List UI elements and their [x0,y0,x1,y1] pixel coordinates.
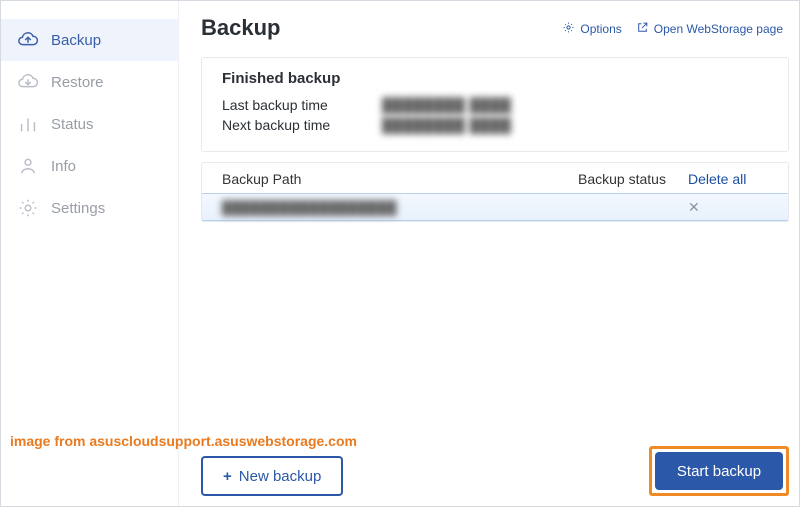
sidebar-item-settings[interactable]: Settings [1,187,178,229]
table-row[interactable]: ██████████████████ ✕ [202,193,788,221]
sidebar-item-backup[interactable]: Backup [1,19,178,61]
finished-backup-panel: Finished backup Last backup time ███████… [201,57,789,152]
gear-icon [562,21,575,37]
plus-icon: + [223,468,232,485]
sidebar-item-label: Status [51,116,94,133]
person-icon [17,155,39,177]
sidebar-item-label: Restore [51,74,104,91]
start-backup-button[interactable]: Start backup [655,452,783,490]
last-backup-row: Last backup time ████████ ████ [222,97,768,113]
sidebar-item-status[interactable]: Status [1,103,178,145]
bar-chart-icon [17,113,39,135]
row-path-value: ██████████████████ [222,200,578,215]
row-delete-icon[interactable]: ✕ [688,199,704,216]
next-backup-row: Next backup time ████████ ████ [222,117,768,133]
last-backup-value: ████████ ████ [382,97,511,113]
external-link-icon [636,21,649,37]
footer: + New backup Start backup [201,446,789,496]
gear-icon [17,197,39,219]
sidebar-item-restore[interactable]: Restore [1,61,178,103]
page-title: Backup [201,15,280,41]
sidebar: Backup Restore Status Info Settings [1,1,179,506]
open-webstorage-link[interactable]: Open WebStorage page [636,21,783,37]
new-backup-label: New backup [239,468,322,485]
backup-path-panel: Backup Path Backup status Delete all ███… [201,162,789,222]
new-backup-button[interactable]: + New backup [201,456,343,496]
sidebar-item-label: Backup [51,32,101,49]
cloud-down-icon [17,71,39,93]
open-webstorage-label: Open WebStorage page [654,22,783,36]
sidebar-item-label: Settings [51,200,105,217]
delete-all-link[interactable]: Delete all [688,171,746,187]
sidebar-item-label: Info [51,158,76,175]
cloud-up-icon [17,29,39,51]
finished-title: Finished backup [222,70,768,87]
attribution-text: image from asuscloudsupport.asuswebstora… [10,433,357,449]
header-actions: Options Open WebStorage page [562,15,789,37]
sidebar-item-info[interactable]: Info [1,145,178,187]
col-status-header: Backup status [578,171,688,187]
start-backup-highlight: Start backup [649,446,789,496]
main-pane: Backup Options Open WebStorage page [179,1,799,506]
col-path-header: Backup Path [222,171,578,187]
next-backup-value: ████████ ████ [382,117,511,133]
page-header: Backup Options Open WebStorage page [201,15,789,41]
options-label: Options [580,22,621,36]
last-backup-label: Last backup time [222,97,382,113]
start-backup-label: Start backup [677,463,761,480]
table-header: Backup Path Backup status Delete all [202,163,788,193]
options-link[interactable]: Options [562,21,621,37]
next-backup-label: Next backup time [222,117,382,133]
